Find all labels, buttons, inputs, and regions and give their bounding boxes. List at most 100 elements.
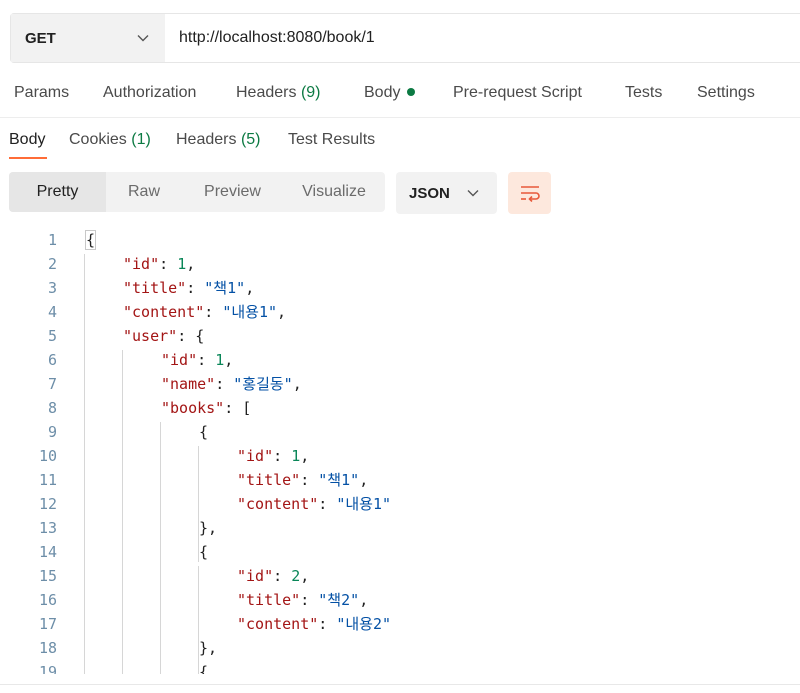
tab-pre-request-script[interactable]: Pre-request Script [453, 84, 582, 102]
view-preview-button[interactable]: Preview [182, 172, 283, 212]
json-key: "id" [237, 567, 274, 585]
line-number: 5 [47, 327, 57, 345]
code-text: "books": [ [161, 396, 251, 420]
json-key: "name" [161, 375, 216, 393]
json-punctuation: : [318, 615, 337, 633]
response-headers-count-badge: (5) [240, 131, 261, 148]
code-text: "title": "책1", [123, 276, 254, 300]
code-text: { [199, 420, 208, 444]
code-text: "user": { [123, 324, 204, 348]
code-line: 1{ [0, 228, 800, 252]
view-raw-button[interactable]: Raw [106, 172, 182, 212]
line-number: 18 [38, 639, 57, 657]
json-punctuation: : [204, 303, 223, 321]
json-key: "id" [123, 255, 160, 273]
tab-authorization[interactable]: Authorization [103, 84, 196, 102]
code-line: 17 "content": "내용2" [0, 612, 800, 636]
code-text: { [199, 660, 208, 674]
json-punctuation: : { [177, 327, 205, 345]
json-string: "책1" [204, 279, 246, 297]
json-number: 1 [291, 447, 301, 465]
code-line: 12 "content": "내용1" [0, 492, 800, 516]
json-key: "books" [161, 399, 225, 417]
json-string: "책1" [318, 471, 360, 489]
view-pretty-button[interactable]: Pretty [9, 172, 106, 212]
json-string: "내용1" [336, 495, 392, 513]
json-punctuation: { [199, 543, 209, 561]
code-line: 7 "name": "홍길동", [0, 372, 800, 396]
json-punctuation: : [186, 279, 205, 297]
method-select[interactable]: GET [11, 14, 165, 62]
tab-body[interactable]: Body [364, 84, 416, 102]
json-string: "내용1" [222, 303, 278, 321]
code-line: 2 "id": 1, [0, 252, 800, 276]
code-line: 9{ [0, 420, 800, 444]
response-tab-body[interactable]: Body [9, 131, 45, 149]
line-number: 3 [47, 279, 57, 297]
line-number: 13 [38, 519, 57, 537]
tab-headers[interactable]: Headers (9) [236, 84, 321, 102]
json-punctuation: : [300, 471, 319, 489]
json-punctuation: : [318, 495, 337, 513]
response-tab-test-results[interactable]: Test Results [288, 131, 375, 149]
format-select[interactable]: JSON [396, 172, 497, 214]
json-punctuation: : [215, 375, 234, 393]
response-headers-label: Headers [176, 131, 237, 148]
json-key: "title" [237, 591, 301, 609]
json-punctuation: , [224, 351, 234, 369]
cookies-label: Cookies [69, 131, 127, 148]
line-number: 2 [47, 255, 57, 273]
body-indicator-dot [407, 87, 416, 96]
code-line: 10 "id": 1, [0, 444, 800, 468]
wrap-lines-button[interactable] [508, 172, 551, 214]
cookies-count-badge: (1) [131, 131, 151, 148]
response-tabs: Body Cookies (1) Headers (5) Test Result… [0, 128, 800, 162]
json-key: "id" [237, 447, 274, 465]
json-punctuation: , [292, 375, 302, 393]
line-number: 9 [47, 423, 57, 441]
json-key: "content" [237, 495, 319, 513]
code-text: "content": "내용2" [237, 612, 391, 636]
line-number: 14 [38, 543, 57, 561]
json-punctuation: , [359, 591, 369, 609]
request-url-bar: GET http://localhost:8080/book/1 [10, 13, 800, 63]
response-tab-headers[interactable]: Headers (5) [176, 131, 261, 149]
code-line: 8 "books": [ [0, 396, 800, 420]
code-line: 13}, [0, 516, 800, 540]
response-body-viewer[interactable]: 1{2 "id": 1, 3 "title": "책1", 4 "content": "내… [0, 228, 800, 674]
json-punctuation: }, [199, 519, 218, 537]
json-punctuation: : [159, 255, 178, 273]
response-tab-cookies[interactable]: Cookies (1) [69, 131, 151, 149]
json-key: "content" [237, 615, 319, 633]
code-line: 6 "id": 1, [0, 348, 800, 372]
code-text: "content": "내용1" [237, 492, 391, 516]
url-input[interactable]: http://localhost:8080/book/1 [165, 14, 800, 62]
tab-tests[interactable]: Tests [625, 84, 662, 102]
line-number: 1 [47, 231, 57, 249]
code-line: 3 "title": "책1", [0, 276, 800, 300]
json-key: "id" [161, 351, 198, 369]
json-punctuation: : [273, 567, 292, 585]
json-punctuation: { [199, 663, 209, 674]
code-line: 5 "user": { [0, 324, 800, 348]
chevron-down-icon [467, 190, 479, 197]
tab-params[interactable]: Params [14, 84, 69, 102]
line-number: 10 [38, 447, 57, 465]
json-punctuation: , [245, 279, 255, 297]
method-label: GET [25, 29, 56, 47]
line-number: 17 [38, 615, 57, 633]
json-punctuation: , [277, 303, 287, 321]
json-key: "title" [123, 279, 187, 297]
view-visualize-button[interactable]: Visualize [283, 172, 385, 212]
code-text: "content": "내용1", [123, 300, 286, 324]
json-string: "책2" [318, 591, 360, 609]
code-text: }, [199, 636, 217, 660]
line-number: 15 [38, 567, 57, 585]
line-number: 6 [47, 351, 57, 369]
view-mode-selector: Pretty Raw Preview Visualize [9, 172, 385, 212]
line-number: 4 [47, 303, 57, 321]
request-tabs: Params Authorization Headers (9) Body Pr… [0, 84, 800, 108]
json-number: 1 [177, 255, 187, 273]
tab-settings[interactable]: Settings [697, 84, 755, 102]
json-number: 2 [291, 567, 301, 585]
